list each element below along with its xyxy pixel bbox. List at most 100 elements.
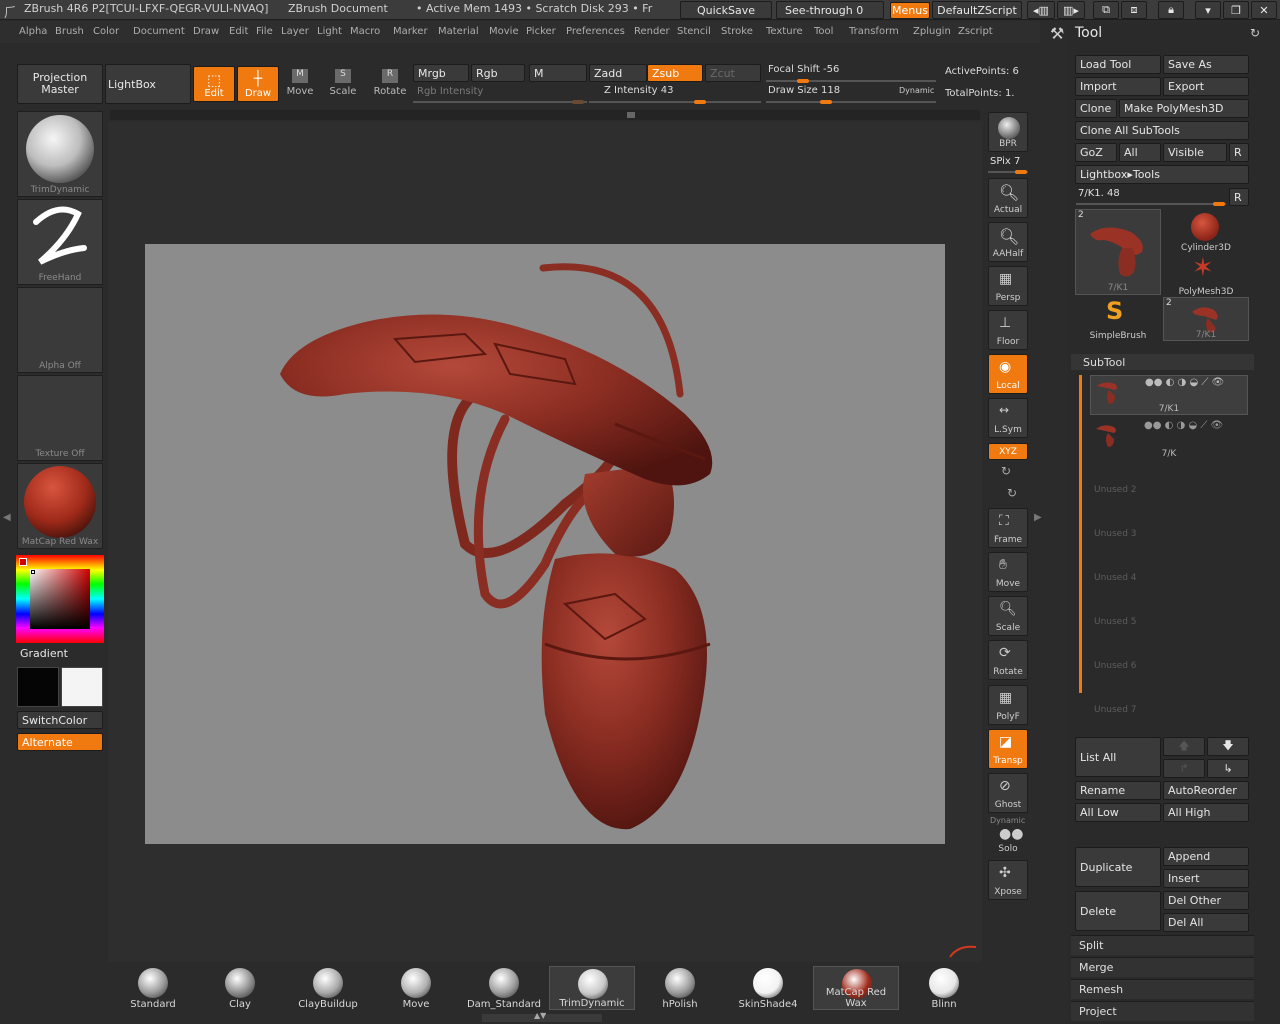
del-other-button[interactable]: Del Other [1163, 891, 1249, 910]
move-next-icon[interactable]: ↳ [1207, 759, 1249, 778]
subtool-unused-2[interactable]: Unused 2 [1090, 463, 1248, 503]
del-all-button[interactable]: Del All [1163, 913, 1249, 932]
zcut-button[interactable]: Zcut [705, 64, 761, 82]
zadd-button[interactable]: Zadd [589, 64, 647, 82]
mrgb-button[interactable]: Mrgb [413, 64, 469, 82]
subtool-header[interactable]: SubTool [1071, 354, 1254, 370]
export-button[interactable]: Export [1163, 77, 1249, 96]
secondary-color-swatch[interactable] [61, 667, 103, 707]
remesh-section[interactable]: Remesh [1071, 979, 1254, 999]
brush-tray-item[interactable]: MatCap Red Wax [813, 966, 899, 1010]
save-as-button[interactable]: Save As [1163, 55, 1249, 74]
brush-tray-item[interactable]: Standard [110, 966, 196, 1010]
brush-tray-item[interactable]: Clay [197, 966, 283, 1010]
brush-tray-item[interactable]: Move [373, 966, 459, 1010]
bottom-tray-toggle[interactable]: ▲▼ [482, 1011, 602, 1022]
stroke-thumbnail[interactable]: FreeHand [17, 199, 103, 285]
goz-r-button[interactable]: R [1229, 143, 1249, 162]
material-thumbnail[interactable]: MatCap Red Wax [17, 463, 103, 549]
alternate-button[interactable]: Alternate [17, 733, 103, 751]
subtool-item-1[interactable]: ●● ◐ ◑ ◒ ⟋ 👁︎ 7/K1 [1090, 375, 1248, 415]
tool-thumb-secondary[interactable]: 2 7/K1 [1163, 297, 1249, 341]
xyz-button[interactable]: XYZ [988, 443, 1028, 460]
draw-button[interactable]: ┼ Draw [237, 66, 279, 102]
local-button[interactable]: ◉ Local [988, 354, 1028, 394]
brush-tray-item[interactable]: ClayBuildup [285, 966, 371, 1010]
tool-thumb-polymesh[interactable]: ✶ PolyMesh3D [1163, 253, 1249, 297]
rgb-intensity-slider[interactable] [413, 101, 587, 103]
menu-picker[interactable]: Picker [526, 26, 556, 37]
z-intensity-slider[interactable] [589, 101, 761, 103]
brush-tray-item[interactable]: hPolish [637, 966, 723, 1010]
transp-button[interactable]: ◪ Transp [988, 729, 1028, 769]
tool-r-button[interactable]: R [1229, 188, 1249, 206]
brush-tray-item[interactable]: Blinn [901, 966, 987, 1010]
menu-zscript[interactable]: Zscript [958, 26, 993, 37]
menu-edit[interactable]: Edit [229, 26, 248, 37]
menu-light[interactable]: Light [317, 26, 342, 37]
draw-size-knob[interactable] [820, 100, 832, 104]
all-low-button[interactable]: All Low [1075, 803, 1161, 822]
dynamic-toggle[interactable]: Dynamic [899, 86, 934, 95]
menu-macro[interactable]: Macro [350, 26, 380, 37]
frame-button[interactable]: ⛶ Frame [988, 508, 1028, 548]
load-tool-button[interactable]: Load Tool [1075, 55, 1161, 74]
switchcolor-button[interactable]: SwitchColor [17, 711, 103, 729]
menu-transform[interactable]: Transform [849, 26, 899, 37]
move-down-icon[interactable]: 🡇 [1207, 737, 1249, 756]
move-up-icon[interactable]: 🡅 [1163, 737, 1205, 756]
projection-master-button[interactable]: Projection Master [17, 64, 103, 104]
move-prev-icon[interactable]: ↱ [1163, 759, 1205, 778]
lsym-button[interactable]: ↔ L.Sym [988, 398, 1028, 438]
append-button[interactable]: Append [1163, 847, 1249, 866]
spix-knob[interactable] [1015, 170, 1027, 174]
m-button[interactable]: M [529, 64, 587, 82]
tool-thumb-simplebrush[interactable]: S SimpleBrush [1075, 297, 1161, 341]
autoreorder-button[interactable]: AutoReorder [1163, 781, 1249, 800]
scale-button[interactable]: S Scale [327, 66, 359, 102]
menu-color[interactable]: Color [93, 26, 119, 37]
lock-icon[interactable]: 🔒︎ [1158, 1, 1184, 19]
subtool-unused-3[interactable]: Unused 3 [1090, 507, 1248, 547]
focal-shift-knob[interactable] [797, 79, 809, 83]
navigation-widget-icon[interactable] [948, 943, 980, 959]
layout-icon[interactable]: ⧉ [1093, 1, 1119, 19]
rotate-button[interactable]: R Rotate [372, 66, 408, 102]
project-section[interactable]: Project [1071, 1001, 1254, 1021]
menus-button[interactable]: Menus [890, 2, 930, 19]
menu-render[interactable]: Render [634, 26, 670, 37]
right-tray-toggle-icon[interactable]: ▶ [1034, 512, 1042, 523]
subtool-scrollbar[interactable] [1079, 375, 1082, 693]
solo-button[interactable]: ●● Solo [988, 824, 1028, 854]
delete-button[interactable]: Delete [1075, 891, 1161, 931]
bpr-button[interactable]: BPR [988, 112, 1028, 152]
tool-thumb-cylinder[interactable]: Cylinder3D [1163, 209, 1249, 253]
color-picker-cursor[interactable] [31, 570, 35, 574]
brush-thumbnail[interactable]: TrimDynamic [17, 111, 103, 197]
minimize-icon[interactable]: ▾ [1195, 1, 1221, 19]
menu-zplugin[interactable]: Zplugin [913, 26, 951, 37]
subtool-2-visibility-icons[interactable]: ●● ◐ ◑ ◒ ⟋ 👁︎ [1144, 420, 1223, 431]
tool-thumb-current[interactable]: 2 7/K1 [1075, 209, 1161, 295]
clone-button[interactable]: Clone [1075, 99, 1117, 118]
layout-alt-icon[interactable]: ⧈ [1121, 1, 1147, 19]
make-polymesh-button[interactable]: Make PolyMesh3D [1119, 99, 1249, 118]
z-intensity-knob[interactable] [694, 100, 706, 104]
default-zscript-button[interactable]: DefaultZScript [932, 1, 1022, 19]
menu-texture[interactable]: Texture [766, 26, 803, 37]
document-canvas[interactable] [145, 244, 945, 844]
split-section[interactable]: Split [1071, 935, 1254, 955]
focal-shift-slider[interactable] [766, 80, 936, 82]
tool-slider-knob[interactable] [1213, 202, 1225, 206]
lightbox-button[interactable]: LightBox [105, 64, 191, 104]
all-high-button[interactable]: All High [1163, 803, 1249, 822]
color-picker-square[interactable] [30, 569, 90, 629]
menu-alpha[interactable]: Alpha [19, 26, 47, 37]
scale-view-button[interactable]: 🔍︎ Scale [988, 596, 1028, 636]
rotate-z-icon[interactable]: ↻ [1007, 486, 1017, 500]
edit-button[interactable]: ⬚ Edit [193, 66, 235, 102]
menu-file[interactable]: File [256, 26, 273, 37]
subtool-unused-4[interactable]: Unused 4 [1090, 551, 1248, 591]
menu-document[interactable]: Document [133, 26, 185, 37]
rotate-view-button[interactable]: ⟳ Rotate [988, 640, 1028, 680]
